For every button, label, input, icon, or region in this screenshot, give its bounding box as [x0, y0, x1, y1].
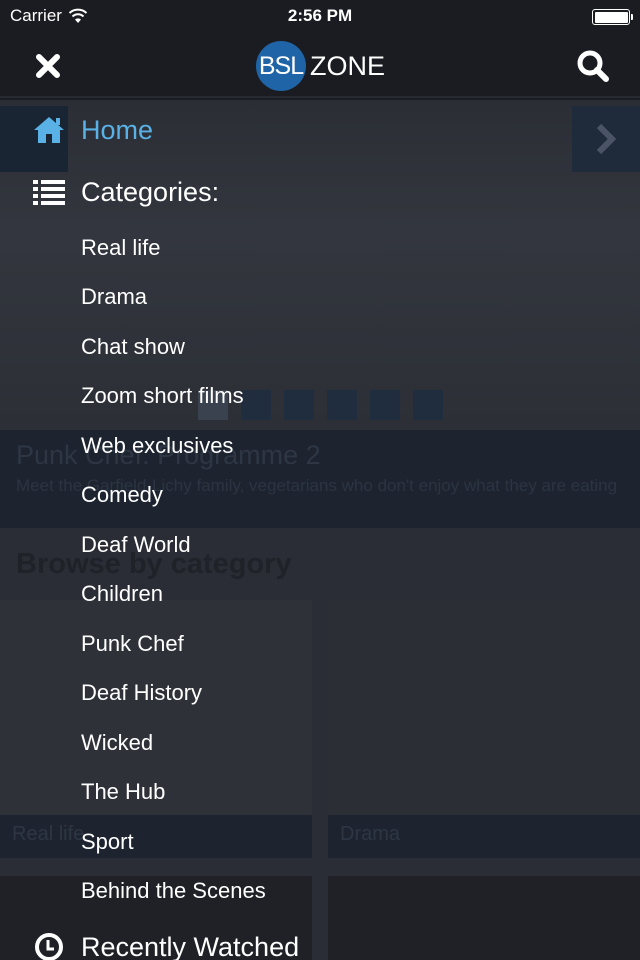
menu-category-item[interactable]: Zoom short films — [81, 383, 244, 409]
menu-category-item[interactable]: The Hub — [81, 779, 165, 805]
logo-circle: BSL — [256, 41, 306, 91]
status-time: 2:56 PM — [287, 6, 353, 25]
side-menu: Home Categories: Real life Drama Chat sh… — [0, 100, 640, 960]
menu-category-item[interactable]: Punk Chef — [81, 631, 184, 657]
menu-category-item[interactable]: Deaf History — [81, 680, 202, 706]
menu-category-item[interactable]: Web exclusives — [81, 433, 233, 459]
status-bar: Carrier 2:56 PM — [0, 0, 640, 34]
close-icon — [36, 54, 60, 78]
logo-text: ZONE — [310, 50, 386, 81]
menu-category-item[interactable]: Wicked — [81, 730, 153, 756]
menu-category-item[interactable]: Drama — [81, 284, 147, 310]
menu-item-home[interactable]: Home — [32, 113, 153, 147]
menu-category-item[interactable]: Comedy — [81, 482, 163, 508]
home-icon — [32, 113, 66, 147]
nav-bar: BSL ZONE — [0, 34, 640, 98]
menu-item-label: Home — [81, 114, 154, 145]
clock-icon — [32, 930, 66, 960]
search-icon — [577, 50, 609, 82]
menu-item-label: Categories: — [81, 176, 220, 207]
menu-category-item[interactable]: Behind the Scenes — [81, 878, 266, 904]
menu-item-categories: Categories: — [32, 175, 219, 209]
menu-category-item[interactable]: Children — [81, 581, 163, 607]
menu-category-item[interactable]: Deaf World — [81, 532, 191, 558]
menu-item-label: Recently Watched — [81, 931, 300, 960]
bsl-zone-logo[interactable]: BSL ZONE — [256, 41, 385, 91]
list-icon — [32, 175, 66, 209]
menu-item-recently-watched[interactable]: Recently Watched — [32, 930, 299, 960]
menu-category-item[interactable]: Real life — [81, 235, 160, 261]
battery-icon — [592, 9, 633, 25]
search-button[interactable] — [574, 47, 612, 85]
menu-category-item[interactable]: Chat show — [81, 334, 185, 360]
close-menu-button[interactable] — [30, 48, 66, 84]
menu-category-item[interactable]: Sport — [81, 829, 134, 855]
